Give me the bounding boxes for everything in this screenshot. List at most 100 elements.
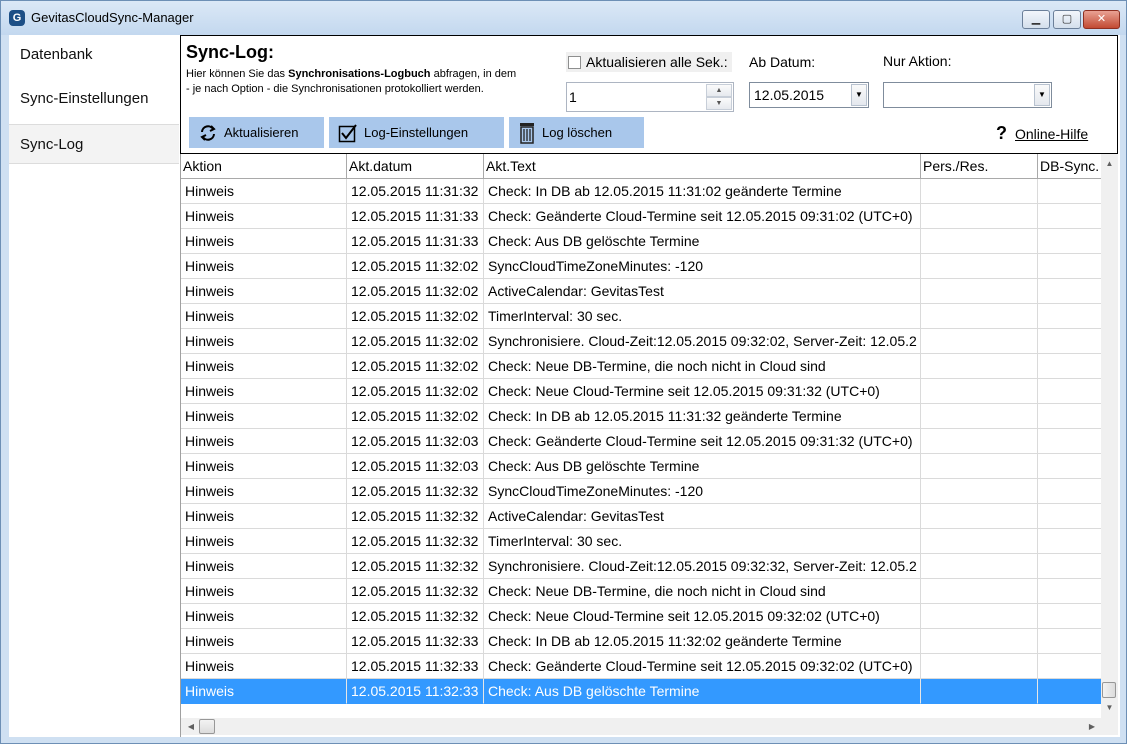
column-header-db-sync[interactable]: DB-Sync. bbox=[1038, 154, 1102, 179]
app-window: G GevitasCloudSync-Manager ▁ ▢ ✕ Datenba… bbox=[0, 0, 1127, 744]
online-hilfe[interactable]: ? Online-Hilfe bbox=[996, 123, 1088, 144]
table-row[interactable]: Hinweis 12.05.2015 11:32:33 Check: In DB a… bbox=[181, 629, 1102, 654]
title-bar[interactable]: G GevitasCloudSync-Manager ▁ ▢ ✕ bbox=[1, 1, 1126, 35]
table-row[interactable]: Hinweis 12.05.2015 11:32:03 Check: Geänder… bbox=[181, 429, 1102, 454]
cell-db-sync bbox=[1038, 679, 1102, 704]
table-row[interactable]: Hinweis 12.05.2015 11:32:02 ActiveCalendar… bbox=[181, 279, 1102, 304]
scroll-left-icon[interactable]: ◀ bbox=[184, 718, 198, 735]
cell-akt-datum: 12.05.2015 11:32:33 bbox=[347, 629, 484, 654]
ab-datum-select[interactable]: 12.05.2015 ▼ bbox=[749, 82, 869, 108]
cell-akt-text: Check: In DB ab 12.05.2015 11:32:02 geän… bbox=[484, 629, 921, 654]
cell-akt-text: Check: Geänderte Cloud-Termine seit 12.0… bbox=[484, 654, 921, 679]
cell-pers-res bbox=[921, 679, 1038, 704]
table-row[interactable]: Hinweis 12.05.2015 11:32:32 ActiveCalendar… bbox=[181, 504, 1102, 529]
sidebar-item-sync-log[interactable]: Sync-Log bbox=[9, 124, 179, 164]
cell-akt-datum: 12.05.2015 11:32:02 bbox=[347, 254, 484, 279]
table-row[interactable]: Hinweis 12.05.2015 11:32:02 Check: Neue DB… bbox=[181, 354, 1102, 379]
cell-akt-text: Synchronisiere. Cloud-Zeit:12.05.2015 09… bbox=[484, 554, 921, 579]
cell-db-sync bbox=[1038, 479, 1102, 504]
cell-pers-res bbox=[921, 579, 1038, 604]
aktualisieren-button[interactable]: Aktualisieren bbox=[189, 117, 324, 148]
grid-header: Aktion Akt.datum Akt.Text Pers./Res. DB-… bbox=[181, 154, 1102, 179]
cell-db-sync bbox=[1038, 379, 1102, 404]
refresh-checkbox[interactable]: Aktualisieren alle Sek.: bbox=[566, 52, 732, 72]
vertical-scrollbar[interactable]: ▲ ▼ bbox=[1101, 154, 1118, 718]
scroll-right-icon[interactable]: ▶ bbox=[1085, 718, 1099, 735]
table-row[interactable]: Hinweis 12.05.2015 11:32:02 Synchronisiere… bbox=[181, 329, 1102, 354]
cell-akt-text: ActiveCalendar: GevitasTest bbox=[484, 279, 921, 304]
stepper-down-icon[interactable]: ▼ bbox=[706, 97, 732, 110]
minimize-button[interactable]: ▁ bbox=[1022, 10, 1050, 29]
cell-db-sync bbox=[1038, 529, 1102, 554]
cell-akt-datum: 12.05.2015 11:32:02 bbox=[347, 329, 484, 354]
sidebar-item-sync-einstellungen[interactable]: Sync-Einstellungen bbox=[9, 79, 179, 119]
cell-aktion: Hinweis bbox=[181, 204, 347, 229]
chevron-down-icon[interactable]: ▼ bbox=[851, 84, 867, 106]
stepper-up-icon[interactable]: ▲ bbox=[706, 84, 732, 97]
table-row[interactable]: Hinweis 12.05.2015 11:32:33 Check: Aus DB … bbox=[181, 679, 1102, 704]
cell-akt-datum: 12.05.2015 11:32:02 bbox=[347, 404, 484, 429]
cell-aktion: Hinweis bbox=[181, 179, 347, 204]
table-row[interactable]: Hinweis 12.05.2015 11:32:32 Check: Neue DB… bbox=[181, 579, 1102, 604]
scroll-down-icon[interactable]: ▼ bbox=[1101, 700, 1118, 715]
cell-akt-text: SyncCloudTimeZoneMinutes: -120 bbox=[484, 479, 921, 504]
refresh-checkbox-box[interactable] bbox=[568, 55, 581, 69]
cell-akt-text: Check: Aus DB gelöschte Termine bbox=[484, 454, 921, 479]
table-row[interactable]: Hinweis 12.05.2015 11:32:03 Check: Aus DB … bbox=[181, 454, 1102, 479]
cell-pers-res bbox=[921, 654, 1038, 679]
cell-db-sync bbox=[1038, 179, 1102, 204]
horizontal-scrollbar[interactable]: ◀ ▶ bbox=[181, 718, 1118, 735]
table-row[interactable]: Hinweis 12.05.2015 11:31:33 Check: Aus DB … bbox=[181, 229, 1102, 254]
chevron-down-icon[interactable]: ▼ bbox=[1034, 84, 1050, 106]
online-hilfe-link[interactable]: Online-Hilfe bbox=[1015, 126, 1088, 142]
table-row[interactable]: Hinweis 12.05.2015 11:32:33 Check: Geänder… bbox=[181, 654, 1102, 679]
log-einstellungen-button[interactable]: Log-Einstellungen bbox=[329, 117, 504, 148]
ab-datum-label: Ab Datum: bbox=[749, 54, 816, 70]
cell-akt-datum: 12.05.2015 11:32:32 bbox=[347, 604, 484, 629]
table-row[interactable]: Hinweis 12.05.2015 11:31:33 Check: Geänder… bbox=[181, 204, 1102, 229]
table-row[interactable]: Hinweis 12.05.2015 11:32:32 Synchronisiere… bbox=[181, 554, 1102, 579]
cell-db-sync bbox=[1038, 604, 1102, 629]
cell-pers-res bbox=[921, 554, 1038, 579]
cell-akt-datum: 12.05.2015 11:32:03 bbox=[347, 454, 484, 479]
cell-akt-text: Check: Neue Cloud-Termine seit 12.05.201… bbox=[484, 379, 921, 404]
table-row[interactable]: Hinweis 12.05.2015 11:32:02 Check: Neue Cl… bbox=[181, 379, 1102, 404]
vertical-scroll-thumb[interactable] bbox=[1102, 682, 1116, 698]
cell-akt-text: Check: Geänderte Cloud-Termine seit 12.0… bbox=[484, 429, 921, 454]
scroll-up-icon[interactable]: ▲ bbox=[1101, 156, 1118, 171]
seconds-value[interactable]: 1 bbox=[569, 89, 577, 105]
aktualisieren-label: Aktualisieren bbox=[224, 125, 299, 140]
column-header-pers-res[interactable]: Pers./Res. bbox=[921, 154, 1038, 179]
cell-aktion: Hinweis bbox=[181, 379, 347, 404]
table-row[interactable]: Hinweis 12.05.2015 11:32:02 TimerInterval:… bbox=[181, 304, 1102, 329]
table-row[interactable]: Hinweis 12.05.2015 11:32:02 Check: In DB a… bbox=[181, 404, 1102, 429]
table-row[interactable]: Hinweis 12.05.2015 11:32:32 SyncCloudTimeZ… bbox=[181, 479, 1102, 504]
cell-aktion: Hinweis bbox=[181, 304, 347, 329]
cell-aktion: Hinweis bbox=[181, 529, 347, 554]
column-header-akt-text[interactable]: Akt.Text bbox=[484, 154, 921, 179]
column-header-aktion[interactable]: Aktion bbox=[181, 154, 347, 179]
cell-aktion: Hinweis bbox=[181, 454, 347, 479]
cell-db-sync bbox=[1038, 204, 1102, 229]
horizontal-scroll-thumb[interactable] bbox=[199, 719, 215, 734]
table-row[interactable]: Hinweis 12.05.2015 11:31:32 Check: In DB a… bbox=[181, 179, 1102, 204]
log-loeschen-button[interactable]: Log löschen bbox=[509, 117, 644, 148]
table-row[interactable]: Hinweis 12.05.2015 11:32:32 TimerInterval:… bbox=[181, 529, 1102, 554]
cell-aktion: Hinweis bbox=[181, 504, 347, 529]
seconds-stepper[interactable]: 1 ▲ ▼ bbox=[566, 82, 734, 112]
cell-pers-res bbox=[921, 179, 1038, 204]
maximize-button[interactable]: ▢ bbox=[1053, 10, 1081, 29]
nur-aktion-select[interactable]: ▼ bbox=[883, 82, 1052, 108]
close-button[interactable]: ✕ bbox=[1083, 10, 1120, 29]
cell-akt-text: Check: In DB ab 12.05.2015 11:31:02 geän… bbox=[484, 179, 921, 204]
table-row[interactable]: Hinweis 12.05.2015 11:32:32 Check: Neue Cl… bbox=[181, 604, 1102, 629]
table-row[interactable]: Hinweis 12.05.2015 11:32:02 SyncCloudTimeZ… bbox=[181, 254, 1102, 279]
client-area: Datenbank Sync-Einstellungen Sync-Log Sy… bbox=[9, 35, 1120, 737]
cell-akt-text: TimerInterval: 30 sec. bbox=[484, 304, 921, 329]
cell-aktion: Hinweis bbox=[181, 229, 347, 254]
cell-aktion: Hinweis bbox=[181, 604, 347, 629]
cell-aktion: Hinweis bbox=[181, 329, 347, 354]
checkbox-checked-icon bbox=[338, 123, 357, 142]
sidebar-item-datenbank[interactable]: Datenbank bbox=[9, 35, 179, 75]
column-header-akt-datum[interactable]: Akt.datum bbox=[347, 154, 484, 179]
